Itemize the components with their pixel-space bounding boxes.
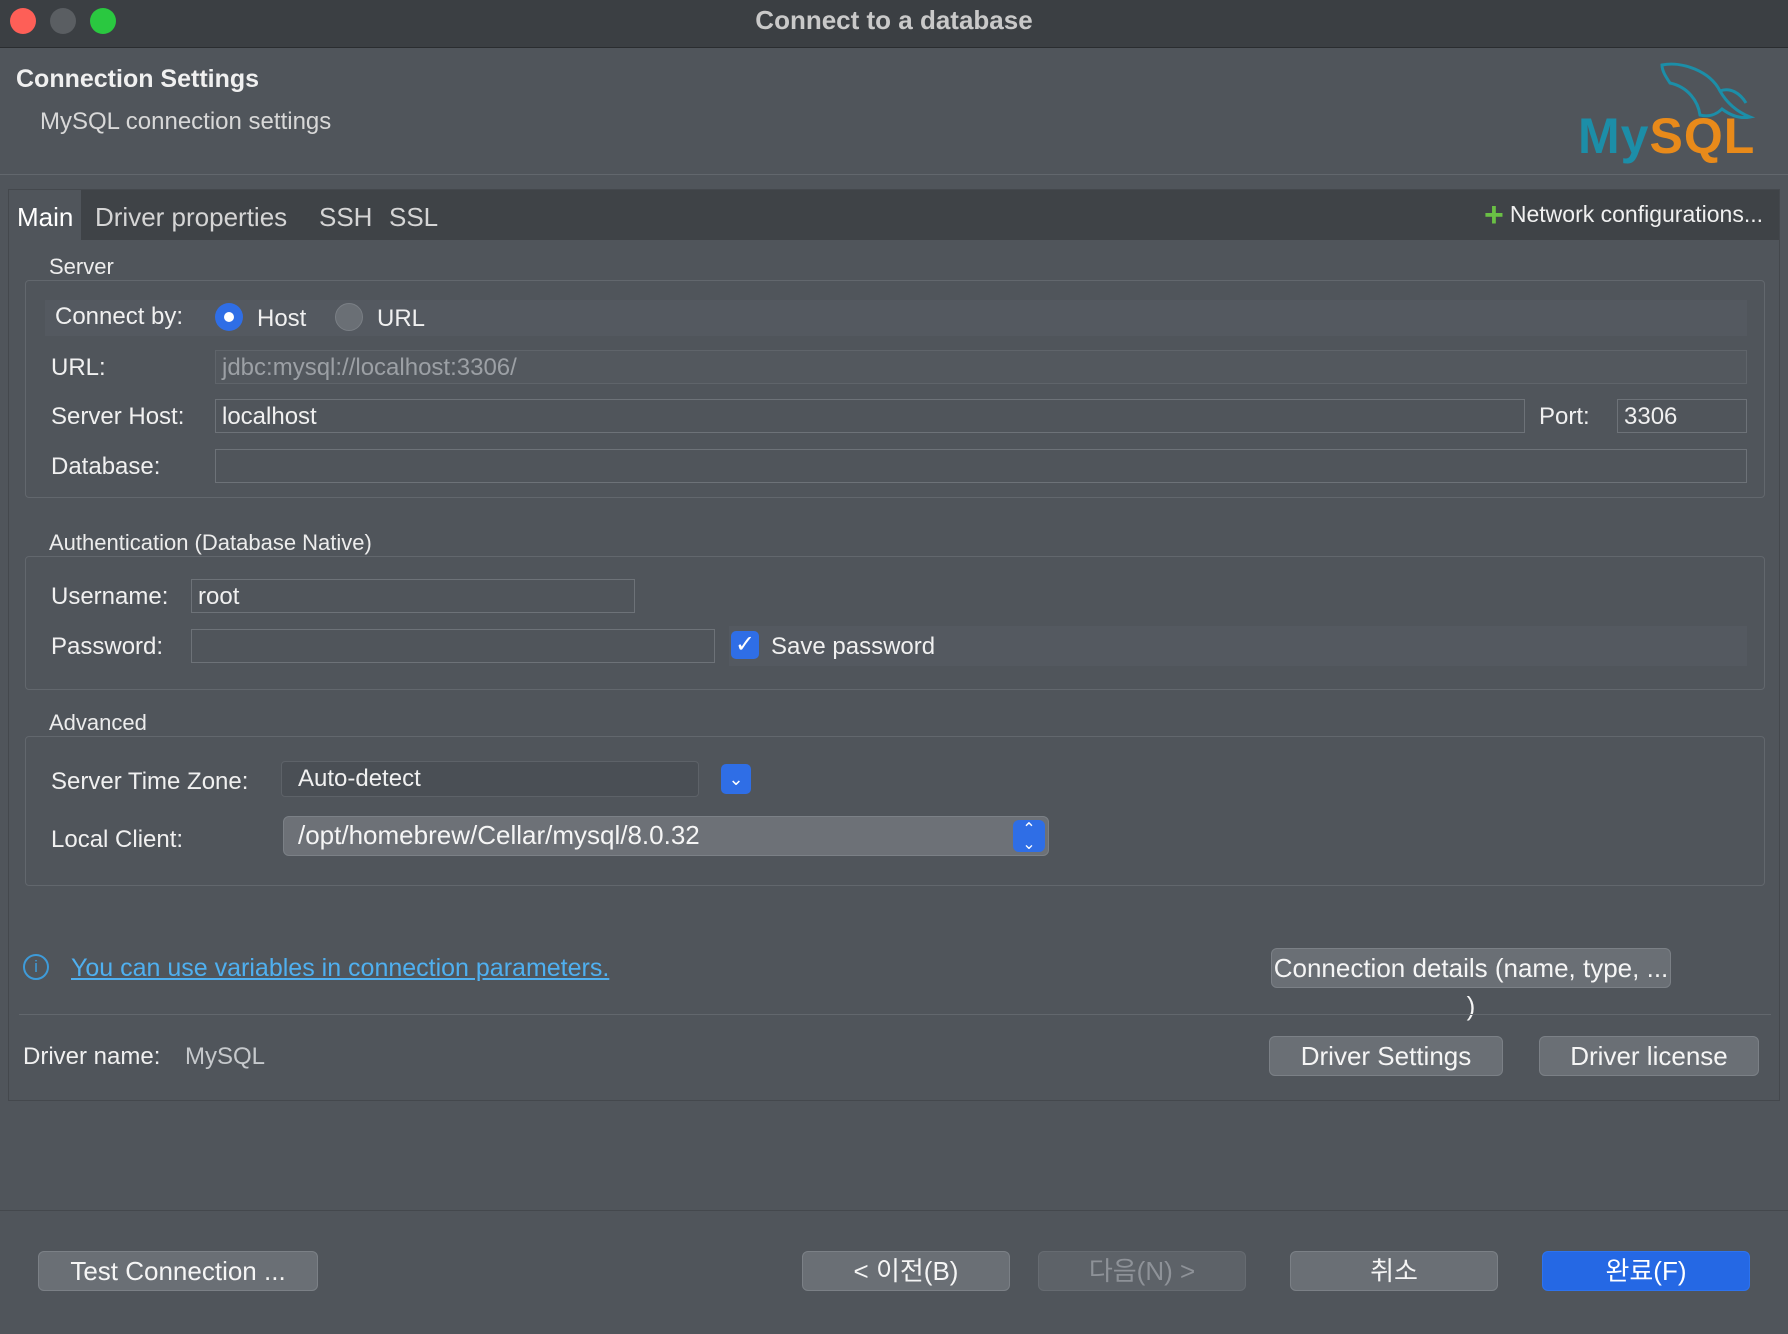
back-button[interactable]: < 이전(B) bbox=[802, 1251, 1010, 1291]
tab-driver-properties[interactable]: Driver properties bbox=[95, 202, 287, 233]
port-label: Port: bbox=[1539, 403, 1590, 430]
username-input[interactable]: root bbox=[191, 579, 635, 613]
connect-by-host-radio[interactable] bbox=[215, 303, 243, 331]
page-subtitle: MySQL connection settings bbox=[40, 108, 332, 135]
port-input[interactable]: 3306 bbox=[1617, 399, 1747, 433]
window-title: Connect to a database bbox=[755, 5, 1033, 35]
auth-group-label: Authentication (Database Native) bbox=[49, 530, 372, 555]
save-password-label: Save password bbox=[771, 633, 936, 660]
connect-by-host-label: Host bbox=[257, 305, 307, 332]
local-client-value: /opt/homebrew/Cellar/mysql/8.0.32 bbox=[298, 820, 700, 850]
server-host-label: Server Host: bbox=[51, 403, 185, 430]
main-panel: Main Driver properties SSH SSL + Network… bbox=[8, 189, 1780, 1101]
plus-icon: + bbox=[1484, 195, 1504, 234]
mysql-logo: MySQL bbox=[1570, 57, 1780, 167]
database-label: Database: bbox=[51, 453, 161, 480]
up-down-chevron-icon[interactable]: ⌃ ⌄ bbox=[1013, 820, 1045, 853]
finish-button[interactable]: 완료(F) bbox=[1542, 1251, 1750, 1291]
driver-license-button[interactable]: Driver license bbox=[1539, 1036, 1759, 1076]
tab-ssl[interactable]: SSL bbox=[389, 202, 438, 233]
password-label: Password: bbox=[51, 633, 164, 660]
server-time-zone-value: Auto-detect bbox=[298, 765, 421, 792]
tab-main[interactable]: Main bbox=[9, 190, 82, 241]
title-bar: Connect to a database bbox=[0, 0, 1788, 48]
connect-by-label: Connect by: bbox=[55, 303, 184, 330]
local-client-label: Local Client: bbox=[51, 826, 184, 853]
page-title: Connection Settings bbox=[16, 65, 260, 93]
url-input[interactable]: jdbc:mysql://localhost:3306/ bbox=[215, 350, 1747, 384]
auth-group bbox=[25, 556, 1765, 690]
advanced-group-label: Advanced bbox=[49, 710, 147, 735]
password-input[interactable] bbox=[191, 629, 715, 663]
connect-by-url-radio[interactable] bbox=[335, 303, 363, 331]
database-input[interactable] bbox=[215, 449, 1747, 483]
variables-help-link[interactable]: You can use variables in connection para… bbox=[71, 954, 609, 983]
mysql-wordmark: MySQL bbox=[1578, 108, 1756, 164]
advanced-group bbox=[25, 736, 1765, 886]
driver-settings-button[interactable]: Driver Settings bbox=[1269, 1036, 1503, 1076]
server-host-input[interactable]: localhost bbox=[215, 399, 1525, 433]
tab-ssh[interactable]: SSH bbox=[319, 202, 372, 233]
network-configurations-label: Network configurations... bbox=[1509, 201, 1763, 227]
local-client-select[interactable]: /opt/homebrew/Cellar/mysql/8.0.32 bbox=[283, 816, 1049, 856]
page-header: Connection Settings MySQL connection set… bbox=[0, 49, 1788, 175]
next-button[interactable]: 다음(N) > bbox=[1038, 1251, 1246, 1291]
test-connection-button[interactable]: Test Connection ... bbox=[38, 1251, 318, 1291]
network-configurations-button[interactable]: + Network configurations... bbox=[1484, 195, 1763, 234]
connect-by-url-label: URL bbox=[377, 305, 426, 332]
cancel-button[interactable]: 취소 bbox=[1290, 1251, 1498, 1291]
username-label: Username: bbox=[51, 583, 169, 610]
info-icon: i bbox=[23, 954, 49, 980]
connection-details-button[interactable]: Connection details (name, type, ... ) bbox=[1271, 948, 1671, 1021]
tab-bar: Main Driver properties SSH SSL + Network… bbox=[9, 190, 1779, 241]
server-time-zone-label: Server Time Zone: bbox=[51, 768, 249, 795]
connect-dialog: Connect to a database Connection Setting… bbox=[0, 0, 1788, 1334]
server-group-label: Server bbox=[49, 254, 114, 279]
url-label: URL: bbox=[51, 354, 106, 381]
chevron-down-icon[interactable]: ⌄ bbox=[721, 764, 751, 794]
server-time-zone-select[interactable]: Auto-detect bbox=[281, 761, 699, 797]
driver-name-label: Driver name: bbox=[23, 1043, 161, 1070]
driver-name-value: MySQL bbox=[185, 1043, 266, 1070]
save-password-checkbox[interactable]: ✓ bbox=[731, 631, 759, 659]
